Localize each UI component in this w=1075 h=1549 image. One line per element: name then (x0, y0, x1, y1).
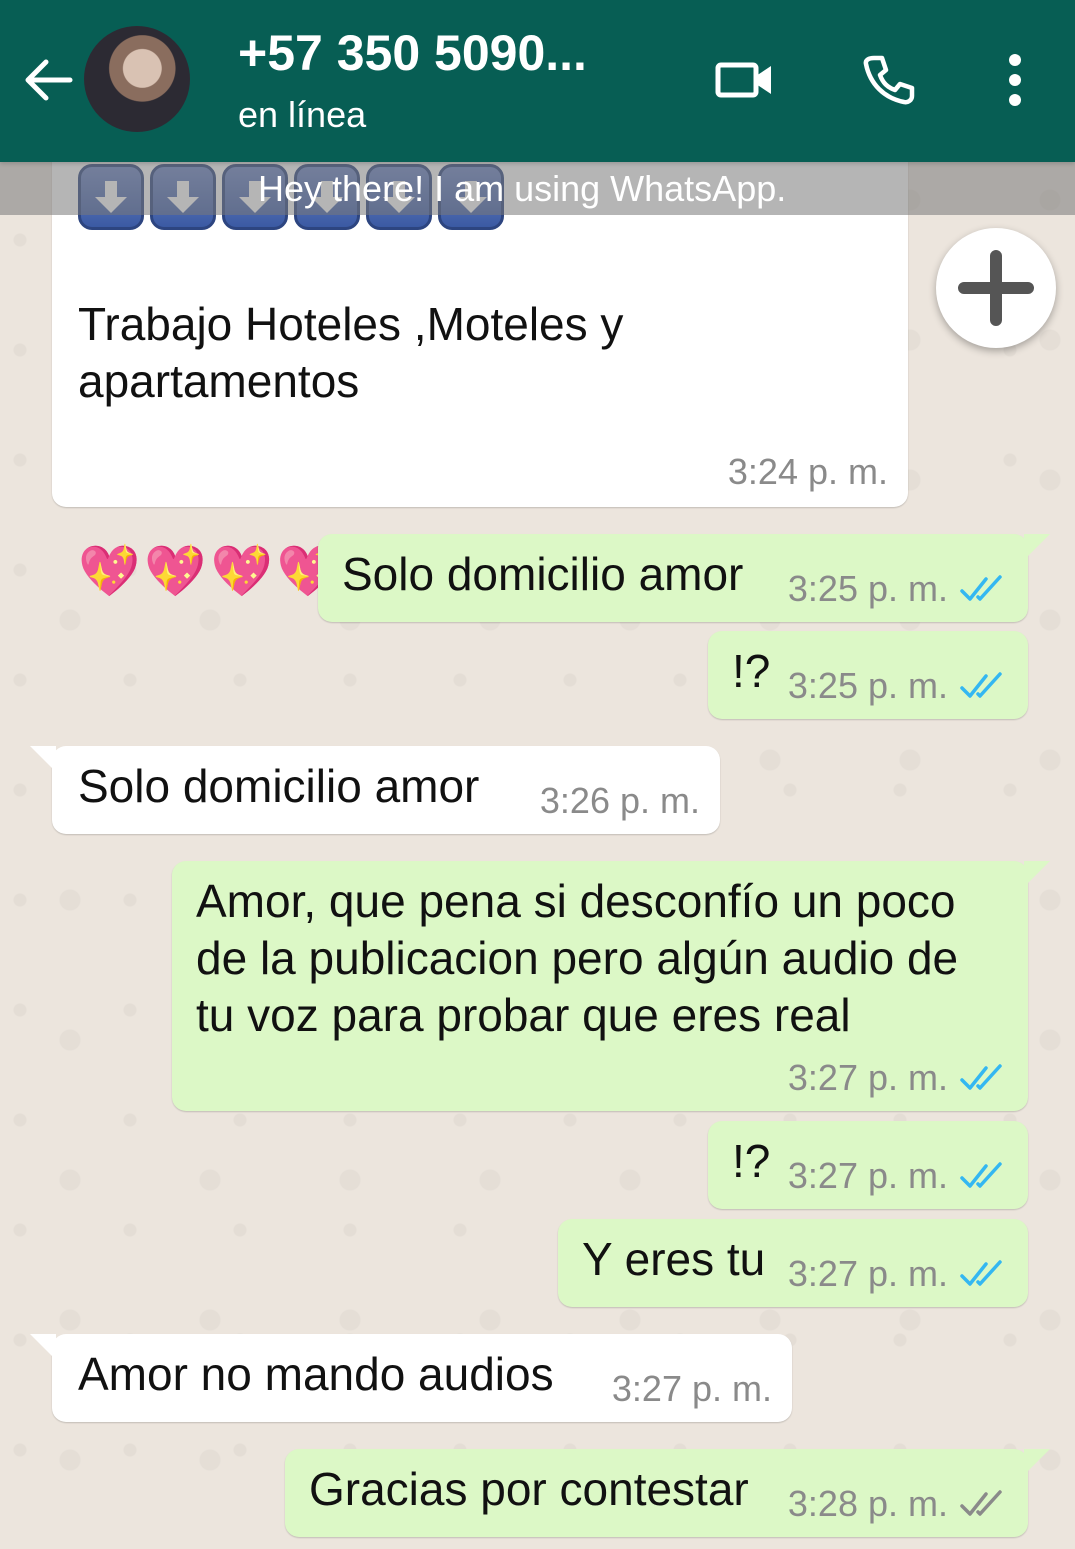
more-options-icon[interactable] (975, 40, 1055, 120)
message-time: 3:26 p. m. (539, 780, 700, 821)
message-time: 3:27 p. m. (787, 1155, 948, 1196)
message-bubble-incoming[interactable]: Solo domicilio amor 3:26 p. m. (30, 746, 720, 834)
contact-status: en línea (238, 94, 367, 135)
message-text: Trabajo Hoteles ,Moteles y apartamentos (78, 298, 624, 407)
message-text: Solo domicilio amor (342, 548, 744, 600)
message-time: 3:24 p. m. (727, 451, 888, 492)
message-bubble-outgoing[interactable]: !? 3:25 p. m. (708, 631, 1028, 719)
message-text: Amor no mando audios (78, 1348, 554, 1400)
message-meta: 3:27 p. m. (788, 1155, 1006, 1197)
message-meta: 3:27 p. m. (788, 1057, 1006, 1099)
message-bubble-outgoing[interactable]: Amor, que pena si desconfío un poco de l… (172, 861, 1050, 1111)
message-text: !? (732, 1135, 771, 1187)
read-ticks-icon (960, 575, 1002, 601)
back-arrow-icon[interactable] (20, 52, 76, 108)
phone-icon[interactable] (848, 40, 928, 120)
delivered-ticks-icon (960, 1490, 1002, 1516)
read-ticks-icon (960, 672, 1002, 698)
message-text: Amor, que pena si desconfío un poco de l… (196, 875, 959, 1041)
message-meta: 3:27 p. m. (788, 1253, 1006, 1295)
message-text: Solo domicilio amor (78, 760, 480, 812)
message-bubble-outgoing[interactable]: !? 3:27 p. m. (708, 1121, 1028, 1209)
message-bubble-incoming[interactable]: Amor no mando audios 3:27 p. m. (30, 1334, 792, 1422)
chat-header: +57 350 5090... en línea (0, 0, 1075, 162)
message-time: 3:25 p. m. (787, 568, 948, 609)
message-text: Gracias por contestar (309, 1463, 749, 1515)
read-ticks-icon (960, 1162, 1002, 1188)
message-bubble-outgoing[interactable]: Gracias por contestar 3:28 p. m. (285, 1449, 1050, 1537)
add-button[interactable] (936, 228, 1056, 348)
plus-icon (958, 250, 1034, 326)
message-time: 3:27 p. m. (611, 1368, 772, 1409)
message-meta: 3:25 p. m. (788, 665, 1006, 707)
message-time: 3:27 p. m. (787, 1057, 948, 1098)
read-ticks-icon (960, 1064, 1002, 1090)
message-time: 3:28 p. m. (787, 1483, 948, 1524)
message-text: Y eres tu (582, 1233, 766, 1285)
message-bubble-outgoing[interactable]: Solo domicilio amor 3:25 p. m. (318, 534, 1050, 622)
message-meta: 3:25 p. m. (788, 568, 1006, 610)
read-ticks-icon (960, 1260, 1002, 1286)
message-time: 3:25 p. m. (787, 665, 948, 706)
message-bubble-outgoing[interactable]: Y eres tu 3:27 p. m. (558, 1219, 1028, 1307)
message-time: 3:27 p. m. (787, 1253, 948, 1294)
message-meta: 3:28 p. m. (788, 1483, 1006, 1525)
video-call-icon[interactable] (705, 40, 785, 120)
contact-name[interactable]: +57 350 5090... (238, 24, 587, 82)
contact-avatar[interactable] (84, 26, 190, 132)
contact-about-text: Hey there! I am using WhatsApp. (258, 168, 787, 209)
message-text: !? (732, 645, 771, 697)
